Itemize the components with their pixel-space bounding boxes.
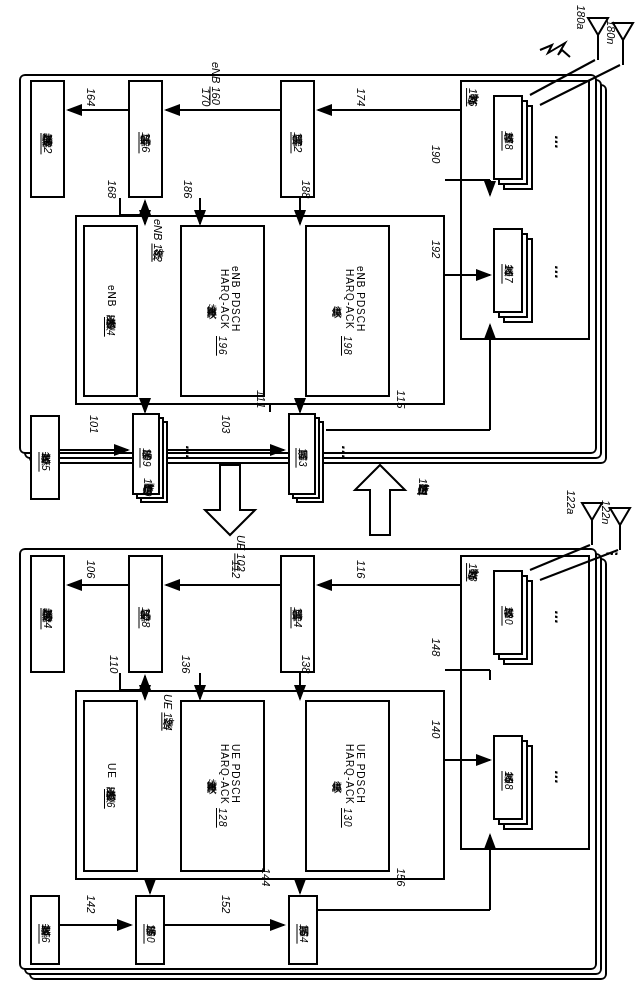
svg-line-45 xyxy=(540,550,618,580)
svg-line-44 xyxy=(530,545,590,570)
